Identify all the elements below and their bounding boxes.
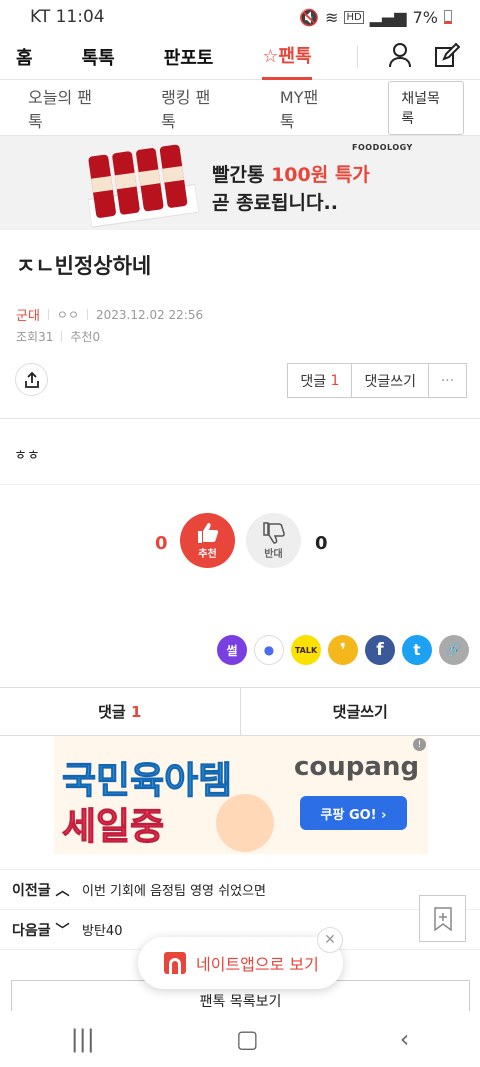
sub-nav: 오늘의 팬톡 랭킹 팬톡 MY팬톡 채널목록 xyxy=(0,80,480,136)
down-count: 0 xyxy=(315,533,328,554)
battery-icon xyxy=(444,10,452,24)
subnav-ranking[interactable]: 랭킹 팬톡 xyxy=(161,84,223,132)
share-icon xyxy=(24,371,39,388)
coupang-ad-banner[interactable]: 국민육아템 세일중 coupang 쿠팡 GO! › ! xyxy=(0,736,480,870)
subnav-today[interactable]: 오늘의 팬톡 xyxy=(28,84,104,132)
coupang-go-button[interactable]: 쿠팡 GO! › xyxy=(300,796,407,830)
view-count: 조회31 xyxy=(16,330,54,344)
write-icon[interactable] xyxy=(434,42,461,72)
user-icon[interactable] xyxy=(388,42,412,72)
close-icon[interactable]: ✕ xyxy=(317,927,343,953)
post-body: ㅎㅎ xyxy=(0,419,480,485)
next-label: 다음글 ﹀ xyxy=(12,922,70,939)
recent-apps-icon[interactable]: ||| xyxy=(71,1025,95,1053)
nate-logo-icon xyxy=(164,952,186,974)
ad-line1: 빨간통 xyxy=(212,164,272,186)
author-nick[interactable]: 군대 xyxy=(16,305,40,324)
ad-line1-highlight: 100원 특가 xyxy=(271,164,370,186)
twitter-share-icon[interactable]: t xyxy=(402,635,432,665)
prev-post-row[interactable]: 이전글 ︿ 이번 기회에 음정팀 영영 쉬었으면 xyxy=(0,870,480,910)
ad-brand: FOODOLOGY xyxy=(352,143,413,152)
author-icon: ㅇㅇ xyxy=(56,308,80,322)
prev-label: 이전글 ︿ xyxy=(12,882,70,899)
thumbs-down-icon xyxy=(262,522,285,544)
recommend-count: 추천0 xyxy=(70,330,101,344)
more-button[interactable]: ··· xyxy=(429,364,466,397)
thumbs-up-icon xyxy=(197,523,218,543)
next-title: 방탄40 xyxy=(82,924,123,939)
kakaostory-share-icon[interactable]: ❜ xyxy=(328,635,358,665)
tab-panphoto[interactable]: 판포토 xyxy=(164,34,214,80)
kakaotalk-share-icon[interactable]: TALK xyxy=(291,635,321,665)
battery-text: 7% xyxy=(412,7,438,27)
wifi-icon: ≋ xyxy=(325,7,339,27)
up-count: 0 xyxy=(155,533,168,554)
write-comment-tab[interactable]: 댓글쓰기 xyxy=(241,688,480,735)
vote-area: 0 추천 반대 0 xyxy=(0,485,480,615)
social-share-row: 썰 ● TALK ❜ f t 🔗 xyxy=(0,615,480,688)
system-nav-bar: ||| ▢ ‹ xyxy=(0,1011,480,1067)
main-nav: 홈 톡톡 판포토 ☆팬톡 xyxy=(0,34,480,80)
share-button[interactable] xyxy=(15,363,48,396)
write-comment-button[interactable]: 댓글쓰기 xyxy=(352,364,429,397)
post-tools: 댓글 1 댓글쓰기 ··· xyxy=(0,345,480,419)
ad-info-icon[interactable]: ! xyxy=(413,738,426,751)
ad-line2: 곧 종료됩니다.. xyxy=(212,192,338,214)
comment-count: 1 xyxy=(330,372,340,389)
post-title: ㅈㄴ빈정상하네 xyxy=(16,254,152,278)
comment-tab[interactable]: 댓글 1 xyxy=(0,688,241,735)
product-image xyxy=(87,144,200,228)
open-app-pill[interactable]: 네이트앱으로 보기 ✕ xyxy=(138,927,343,989)
oppose-button[interactable]: 반대 xyxy=(246,513,301,568)
signal-icon: ▂▄▆ xyxy=(369,7,407,27)
post-date: 2023.12.02 22:56 xyxy=(96,307,204,322)
carrier-time: KT 11:04 xyxy=(30,7,105,27)
tab-toktok[interactable]: 톡톡 xyxy=(82,34,115,80)
top-ad-banner[interactable]: FOODOLOGY 빨간통 100원 특가 곧 종료됩니다.. xyxy=(0,136,480,230)
ad2-line2: 세일중 xyxy=(61,805,165,849)
bookmark-icon xyxy=(433,906,452,931)
coupang-logo: coupang xyxy=(294,752,420,782)
band-share-icon[interactable]: ● xyxy=(254,635,284,665)
channel-list-button[interactable]: 채널목록 xyxy=(388,80,464,135)
open-app-label: 네이트앱으로 보기 xyxy=(196,955,319,974)
link-copy-icon[interactable]: 🔗 xyxy=(439,635,469,665)
hd-badge: HD xyxy=(344,10,364,24)
comment-button[interactable]: 댓글 1 xyxy=(288,364,353,397)
facebook-share-icon[interactable]: f xyxy=(365,635,395,665)
recommend-button[interactable]: 추천 xyxy=(180,513,235,568)
comment-bar: 댓글 1 댓글쓰기 xyxy=(0,688,480,736)
tab-home[interactable]: 홈 xyxy=(16,34,33,80)
home-icon[interactable]: ▢ xyxy=(236,1025,259,1053)
sseol-share-icon[interactable]: 썰 xyxy=(217,635,247,665)
prev-title: 이번 기회에 음정팀 영영 쉬었으면 xyxy=(82,884,266,899)
baby-illustration xyxy=(216,794,274,852)
mute-icon: 🔇 xyxy=(299,7,320,27)
nav-divider xyxy=(357,46,358,68)
status-bar: KT 11:04 🔇 ≋ HD ▂▄▆ 7% xyxy=(0,0,480,34)
bookmark-button[interactable] xyxy=(419,895,466,942)
back-icon[interactable]: ‹ xyxy=(400,1025,410,1053)
subnav-my[interactable]: MY팬톡 xyxy=(280,84,331,132)
tab-fantalk[interactable]: ☆팬톡 xyxy=(262,34,312,80)
